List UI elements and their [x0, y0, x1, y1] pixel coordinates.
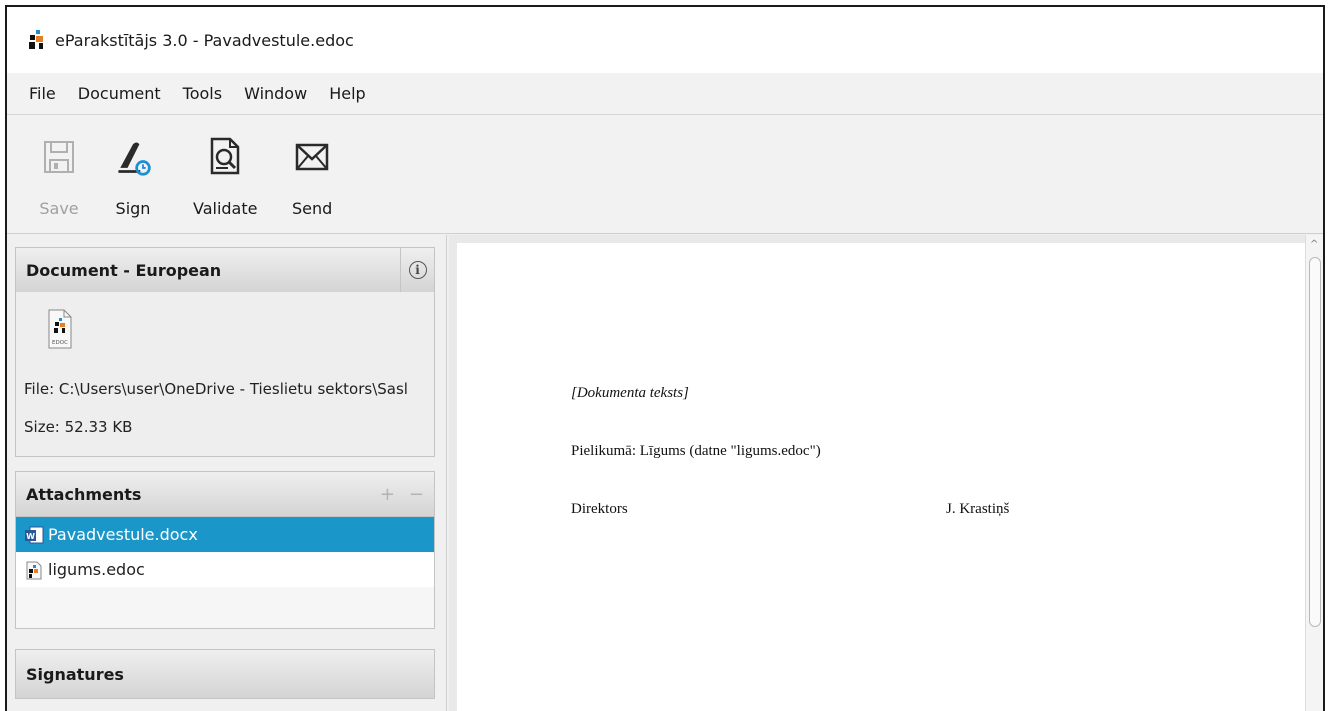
- edoc-file-icon: EDOC: [48, 309, 72, 349]
- scroll-thumb[interactable]: [1309, 257, 1321, 627]
- validate-icon: [205, 135, 245, 179]
- window-title: eParakstītājs 3.0 - Pavadvestule.edoc: [55, 30, 354, 50]
- attachment-actions: + −: [380, 484, 424, 505]
- validate-label: Validate: [193, 199, 258, 218]
- add-attachment-button[interactable]: +: [380, 484, 395, 505]
- menu-document[interactable]: Document: [78, 84, 161, 103]
- file-size: Size: 52.33 KB: [24, 418, 133, 436]
- signer-name: J. Krastiņš: [946, 501, 1010, 517]
- vertical-scrollbar[interactable]: ^: [1305, 235, 1323, 711]
- edoc-icon: [26, 561, 42, 579]
- signer-role: Direktors: [571, 501, 628, 517]
- validate-button[interactable]: Validate: [193, 135, 257, 218]
- svg-text:W: W: [26, 532, 35, 541]
- envelope-icon: [292, 135, 332, 179]
- attachments-header: Attachments + −: [15, 471, 435, 517]
- edoc-file-icon-label: EDOC: [52, 340, 68, 346]
- sign-pen-icon: [113, 135, 153, 179]
- remove-attachment-button[interactable]: −: [409, 484, 424, 505]
- sign-label: Sign: [115, 199, 151, 218]
- attachment-name: ligums.edoc: [48, 560, 145, 579]
- document-panel-title: Document - European: [26, 260, 222, 280]
- menu-window[interactable]: Window: [244, 84, 307, 103]
- menu-file[interactable]: File: [29, 84, 56, 103]
- file-path: File: C:\Users\user\OneDrive - Tieslietu…: [24, 380, 408, 398]
- word-icon: W: [25, 526, 44, 543]
- save-label: Save: [39, 199, 79, 218]
- menu-bar: File Document Tools Window Help: [7, 73, 1323, 115]
- document-panel-body: EDOC File: C:\Users\user\OneDrive - Ties…: [15, 292, 435, 457]
- sign-button[interactable]: Sign: [113, 135, 153, 218]
- document-view: [Dokumenta teksts] Pielikumā: Līgums (da…: [449, 235, 1323, 711]
- title-bar: eParakstītājs 3.0 - Pavadvestule.edoc: [7, 7, 1323, 73]
- attachment-item[interactable]: W Pavadvestule.docx: [16, 517, 434, 552]
- attachment-note: Pielikumā: Līgums (datne "ligums.edoc"): [571, 443, 821, 459]
- left-pane: Document - European i EDOC File: C:\User…: [7, 235, 447, 711]
- save-icon: [39, 135, 79, 179]
- signatures-title: Signatures: [26, 664, 124, 684]
- menu-help[interactable]: Help: [329, 84, 365, 103]
- attachment-item[interactable]: ligums.edoc: [16, 552, 434, 587]
- document-placeholder-text: [Dokumenta teksts]: [571, 385, 689, 401]
- save-button[interactable]: Save: [39, 135, 79, 218]
- menu-tools[interactable]: Tools: [183, 84, 222, 103]
- app-window: eParakstītājs 3.0 - Pavadvestule.edoc Fi…: [5, 5, 1325, 711]
- app-logo-icon: [29, 30, 43, 49]
- send-button[interactable]: Send: [292, 135, 332, 218]
- info-button[interactable]: i: [400, 248, 434, 292]
- send-label: Send: [292, 199, 333, 218]
- signatures-header: Signatures: [15, 649, 435, 699]
- toolbar: Save Sign Validate Send: [7, 115, 1323, 234]
- scroll-up-arrow-icon[interactable]: ^: [1310, 239, 1318, 250]
- document-page: [Dokumenta teksts] Pielikumā: Līgums (da…: [457, 243, 1309, 711]
- attachment-name: Pavadvestule.docx: [48, 525, 198, 544]
- attachments-list: W Pavadvestule.docx ligums.edoc: [15, 517, 435, 629]
- attachments-title: Attachments: [26, 484, 142, 504]
- info-icon: i: [408, 261, 427, 279]
- document-panel-header: Document - European i: [15, 247, 435, 293]
